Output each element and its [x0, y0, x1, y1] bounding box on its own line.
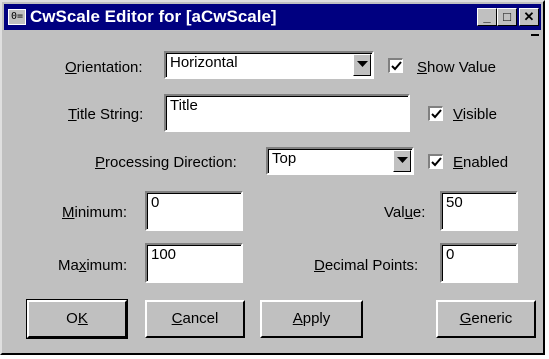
- ok-button[interactable]: OK: [26, 299, 128, 339]
- enabled-checkbox[interactable]: [428, 154, 443, 169]
- apply-button[interactable]: Apply: [260, 300, 363, 338]
- minimize-button[interactable]: _: [477, 8, 497, 26]
- orientation-dropdown-button[interactable]: [353, 54, 371, 76]
- visible-checkbox[interactable]: [428, 106, 443, 121]
- window-title: CwScale Editor for [aCwScale]: [30, 7, 277, 26]
- title-string-label: Title String:: [68, 106, 144, 123]
- maximize-icon: □: [503, 9, 511, 24]
- value-label: Value:: [384, 204, 426, 221]
- checkmark-icon: [431, 109, 442, 119]
- processing-direction-dropdown-button[interactable]: [393, 150, 411, 172]
- title-bar[interactable]: 0= CwScale Editor for [aCwScale] _ □ ✕: [4, 4, 541, 30]
- minimize-icon: _: [483, 9, 491, 24]
- generic-button[interactable]: Generic: [436, 300, 536, 338]
- enabled-label[interactable]: Enabled: [453, 154, 508, 172]
- processing-direction-label: Processing Direction:: [95, 154, 237, 171]
- maximize-button[interactable]: □: [497, 8, 517, 26]
- chevron-down-icon: [397, 157, 408, 163]
- value-input[interactable]: 50: [440, 191, 518, 231]
- processing-direction-combo[interactable]: Top: [266, 147, 414, 175]
- processing-direction-value: Top: [272, 150, 297, 167]
- close-button[interactable]: ✕: [519, 8, 539, 26]
- checkmark-icon: [431, 157, 442, 167]
- decimal-points-input[interactable]: 0: [440, 243, 518, 283]
- show-value-checkbox[interactable]: [388, 58, 403, 73]
- checkmark-icon: [391, 61, 402, 71]
- minimum-input[interactable]: 0: [145, 191, 243, 231]
- orientation-label: Orientation:: [65, 59, 143, 76]
- orientation-combo[interactable]: Horizontal: [164, 51, 374, 79]
- close-icon: ✕: [523, 9, 535, 24]
- title-string-input[interactable]: Title: [164, 94, 410, 132]
- maximum-label: Maximum:: [58, 257, 128, 274]
- minimum-label: Minimum:: [62, 204, 128, 221]
- visible-label[interactable]: Visible: [453, 106, 497, 124]
- maximum-input[interactable]: 100: [145, 243, 243, 283]
- show-value-label[interactable]: Show Value: [417, 59, 496, 77]
- decimal-points-label: Decimal Points:: [314, 257, 419, 274]
- size-grip-mark: [531, 34, 539, 40]
- cancel-button[interactable]: Cancel: [145, 300, 245, 338]
- system-menu-icon[interactable]: 0=: [8, 9, 26, 25]
- editor-window: 0= CwScale Editor for [aCwScale] _ □ ✕ O…: [0, 0, 545, 355]
- chevron-down-icon: [357, 61, 368, 67]
- orientation-value: Horizontal: [170, 54, 238, 71]
